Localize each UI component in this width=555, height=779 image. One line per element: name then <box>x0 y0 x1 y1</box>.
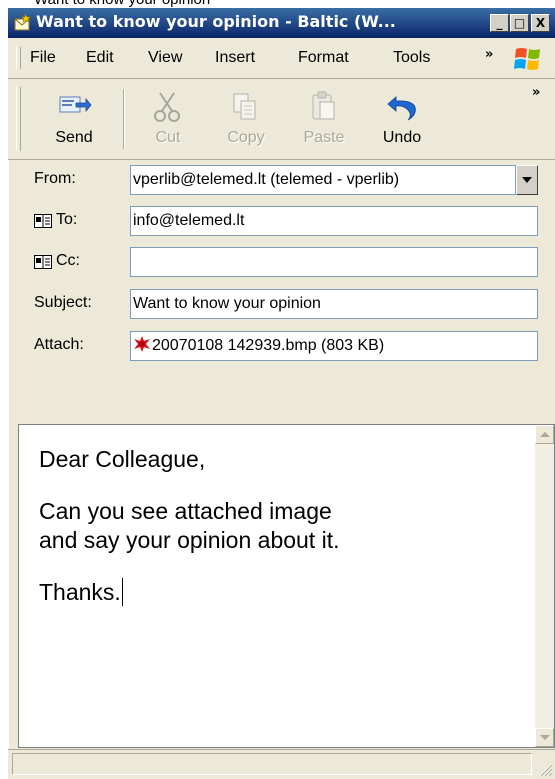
scroll-down-button[interactable] <box>535 728 554 747</box>
background-window-text: Want to know your opinion <box>34 0 210 8</box>
message-text[interactable]: Dear Colleague, Can you see attached ima… <box>39 445 509 630</box>
menu-insert[interactable]: Insert <box>215 49 255 67</box>
attachment-field[interactable]: 20070108 142939.bmp (803 KB) <box>130 331 538 361</box>
maximize-button[interactable]: □ <box>510 14 529 32</box>
arrow-up-icon <box>540 432 550 437</box>
message-body[interactable]: Dear Colleague, Can you see attached ima… <box>18 424 555 748</box>
status-bar <box>8 749 555 779</box>
copy-button[interactable]: Copy <box>208 79 284 159</box>
from-dropdown-button[interactable] <box>516 165 538 195</box>
message-greeting: Dear Colleague, <box>39 446 206 472</box>
background-window-strip: Want to know your opinion <box>0 0 555 8</box>
resize-grip-icon[interactable] <box>537 761 553 777</box>
undo-label: Undo <box>382 129 422 146</box>
menu-edit[interactable]: Edit <box>86 49 114 67</box>
new-message-icon <box>14 13 31 31</box>
copy-icon <box>233 93 256 120</box>
address-book-icon[interactable] <box>34 255 52 269</box>
subject-field[interactable]: Want to know your opinion <box>130 289 538 319</box>
cut-label: Cut <box>155 129 181 146</box>
menu-bar: File Edit View Insert Format Tools » <box>8 38 555 79</box>
from-select[interactable]: vperlib@telemed.lt (telemed - vperlib) <box>130 165 516 195</box>
clipboard-icon <box>312 91 335 120</box>
bitmap-file-icon <box>134 336 150 352</box>
toolbar: Send Cut Copy Paste Undo » <box>8 79 555 160</box>
paste-button[interactable]: Paste <box>286 79 362 159</box>
menu-overflow-chevron[interactable]: » <box>485 47 493 62</box>
toolbar-separator <box>123 89 125 149</box>
toolbar-grip[interactable] <box>16 87 21 151</box>
subject-label: Subject: <box>34 294 92 311</box>
menu-file[interactable]: File <box>30 49 56 67</box>
copy-label: Copy <box>227 129 265 146</box>
menu-tools[interactable]: Tools <box>393 49 430 67</box>
message-line-1: Can you see attached image <box>39 498 332 524</box>
send-button[interactable]: Send <box>30 79 118 159</box>
send-icon <box>59 96 92 113</box>
undo-button[interactable]: Undo <box>364 79 440 159</box>
toolbar-overflow-chevron[interactable]: » <box>532 85 540 100</box>
minimize-button[interactable]: _ <box>490 14 509 32</box>
arrow-down-icon <box>540 735 550 740</box>
attachment-name: 20070108 142939.bmp (803 KB) <box>152 337 385 354</box>
menu-grip[interactable] <box>16 47 21 69</box>
compose-window: Want to know your opinion - Baltic (W...… <box>8 8 555 779</box>
window-title: Want to know your opinion - Baltic (W... <box>36 12 396 31</box>
cc-label[interactable]: Cc: <box>56 252 80 270</box>
cc-field[interactable] <box>130 247 538 277</box>
paste-label: Paste <box>303 129 345 146</box>
to-label[interactable]: To: <box>56 211 77 229</box>
menu-view[interactable]: View <box>148 49 182 67</box>
close-button[interactable]: X <box>531 14 550 32</box>
chevron-down-icon <box>522 177 532 183</box>
scissors-icon <box>154 92 180 122</box>
menu-format[interactable]: Format <box>298 49 349 67</box>
from-label: From: <box>34 170 76 187</box>
status-panel <box>12 753 532 775</box>
vertical-scrollbar[interactable] <box>535 425 554 747</box>
undo-arrow-icon <box>387 96 416 121</box>
text-caret <box>121 578 123 606</box>
to-field[interactable]: info@telemed.lt <box>130 206 538 236</box>
title-bar[interactable]: Want to know your opinion - Baltic (W...… <box>8 8 555 38</box>
windows-logo-icon <box>514 48 540 70</box>
attach-label: Attach: <box>34 336 84 353</box>
address-book-icon[interactable] <box>34 214 52 228</box>
message-header: From: vperlib@telemed.lt (telemed - vper… <box>8 160 555 420</box>
scroll-up-button[interactable] <box>535 425 554 444</box>
send-label: Send <box>55 129 93 146</box>
cut-button[interactable]: Cut <box>130 79 206 159</box>
message-closing: Thanks. <box>39 579 121 605</box>
message-line-2: and say your opinion about it. <box>39 527 340 553</box>
